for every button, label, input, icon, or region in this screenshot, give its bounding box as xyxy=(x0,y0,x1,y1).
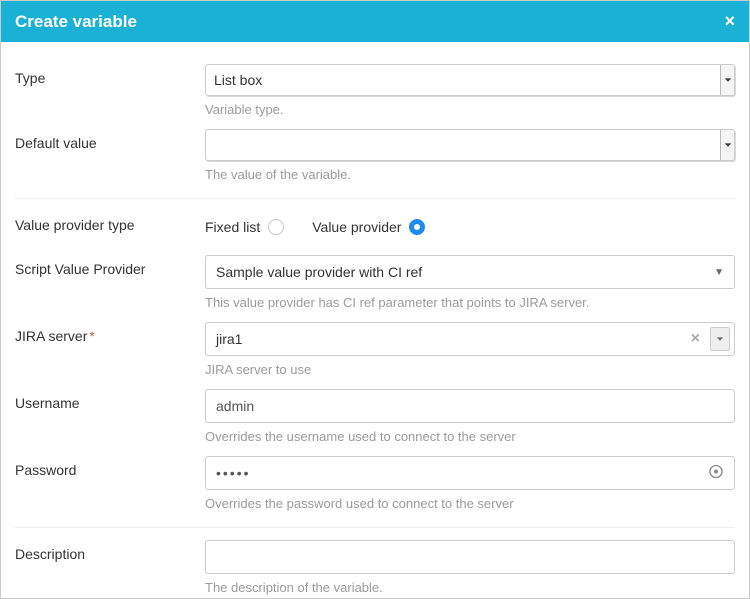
radio-value-provider[interactable]: Value provider xyxy=(312,219,425,235)
script-provider-value: Sample value provider with CI ref xyxy=(216,264,422,280)
label-value-provider-type: Value provider type xyxy=(15,211,205,233)
description-input[interactable] xyxy=(205,540,735,574)
required-star-icon: * xyxy=(89,328,94,344)
label-jira-server: JIRA server* xyxy=(15,322,205,344)
radio-label-value-provider: Value provider xyxy=(312,219,401,235)
row-password: Password ••••• Overrides the password us… xyxy=(15,444,735,511)
radio-circle-icon xyxy=(268,219,284,235)
type-select[interactable]: List box xyxy=(205,64,735,96)
radio-label-fixed-list: Fixed list xyxy=(205,219,260,235)
help-password: Overrides the password used to connect t… xyxy=(205,496,735,511)
help-description: The description of the variable. xyxy=(205,580,735,595)
password-value: ••••• xyxy=(216,465,251,481)
clear-icon[interactable]: × xyxy=(685,330,706,348)
radio-circle-selected-icon xyxy=(409,219,425,235)
chevron-down-icon xyxy=(720,65,734,95)
type-select-value: List box xyxy=(214,72,262,88)
default-value-select[interactable] xyxy=(205,129,735,161)
row-jira-server: JIRA server* jira1 × JIRA server to use xyxy=(15,310,735,377)
row-default-value: Default value The value of the variable. xyxy=(15,117,735,182)
row-description: Description The description of the varia… xyxy=(15,528,735,595)
label-description: Description xyxy=(15,540,205,562)
row-username: Username admin Overrides the username us… xyxy=(15,377,735,444)
label-username: Username xyxy=(15,389,205,411)
script-provider-select[interactable]: Sample value provider with CI ref ▼ xyxy=(205,255,735,289)
help-type: Variable type. xyxy=(205,102,735,117)
username-value: admin xyxy=(216,398,254,414)
label-script-provider: Script Value Provider xyxy=(15,255,205,277)
modal-header: Create variable × xyxy=(1,1,749,42)
password-input[interactable]: ••••• xyxy=(205,456,735,490)
help-username: Overrides the username used to connect t… xyxy=(205,429,735,444)
row-type: Type List box Variable type. xyxy=(15,52,735,117)
chevron-down-icon xyxy=(720,130,734,160)
help-script-provider: This value provider has CI ref parameter… xyxy=(205,295,735,310)
help-default-value: The value of the variable. xyxy=(205,167,735,182)
username-input[interactable]: admin xyxy=(205,389,735,423)
help-jira-server: JIRA server to use xyxy=(205,362,735,377)
modal-title: Create variable xyxy=(15,12,137,32)
radio-group-value-provider-type: Fixed list Value provider xyxy=(205,211,735,243)
jira-server-input[interactable]: jira1 × xyxy=(205,322,735,356)
create-variable-modal: Create variable × Type List box Variable… xyxy=(0,0,750,599)
radio-fixed-list[interactable]: Fixed list xyxy=(205,219,284,235)
row-script-provider: Script Value Provider Sample value provi… xyxy=(15,243,735,310)
eye-icon[interactable] xyxy=(708,464,724,483)
dropdown-button[interactable] xyxy=(710,327,730,351)
label-type: Type xyxy=(15,64,205,86)
row-required: Required If selected, the variable canno… xyxy=(15,595,735,597)
row-value-provider-type: Value provider type Fixed list Value pro… xyxy=(15,199,735,243)
modal-body: Type List box Variable type. Default val… xyxy=(1,42,749,597)
close-icon[interactable]: × xyxy=(724,11,735,32)
label-password: Password xyxy=(15,456,205,478)
label-jira-server-text: JIRA server xyxy=(15,328,87,344)
jira-server-value: jira1 xyxy=(210,327,681,351)
label-default-value: Default value xyxy=(15,129,205,151)
caret-down-icon: ▼ xyxy=(714,267,724,278)
